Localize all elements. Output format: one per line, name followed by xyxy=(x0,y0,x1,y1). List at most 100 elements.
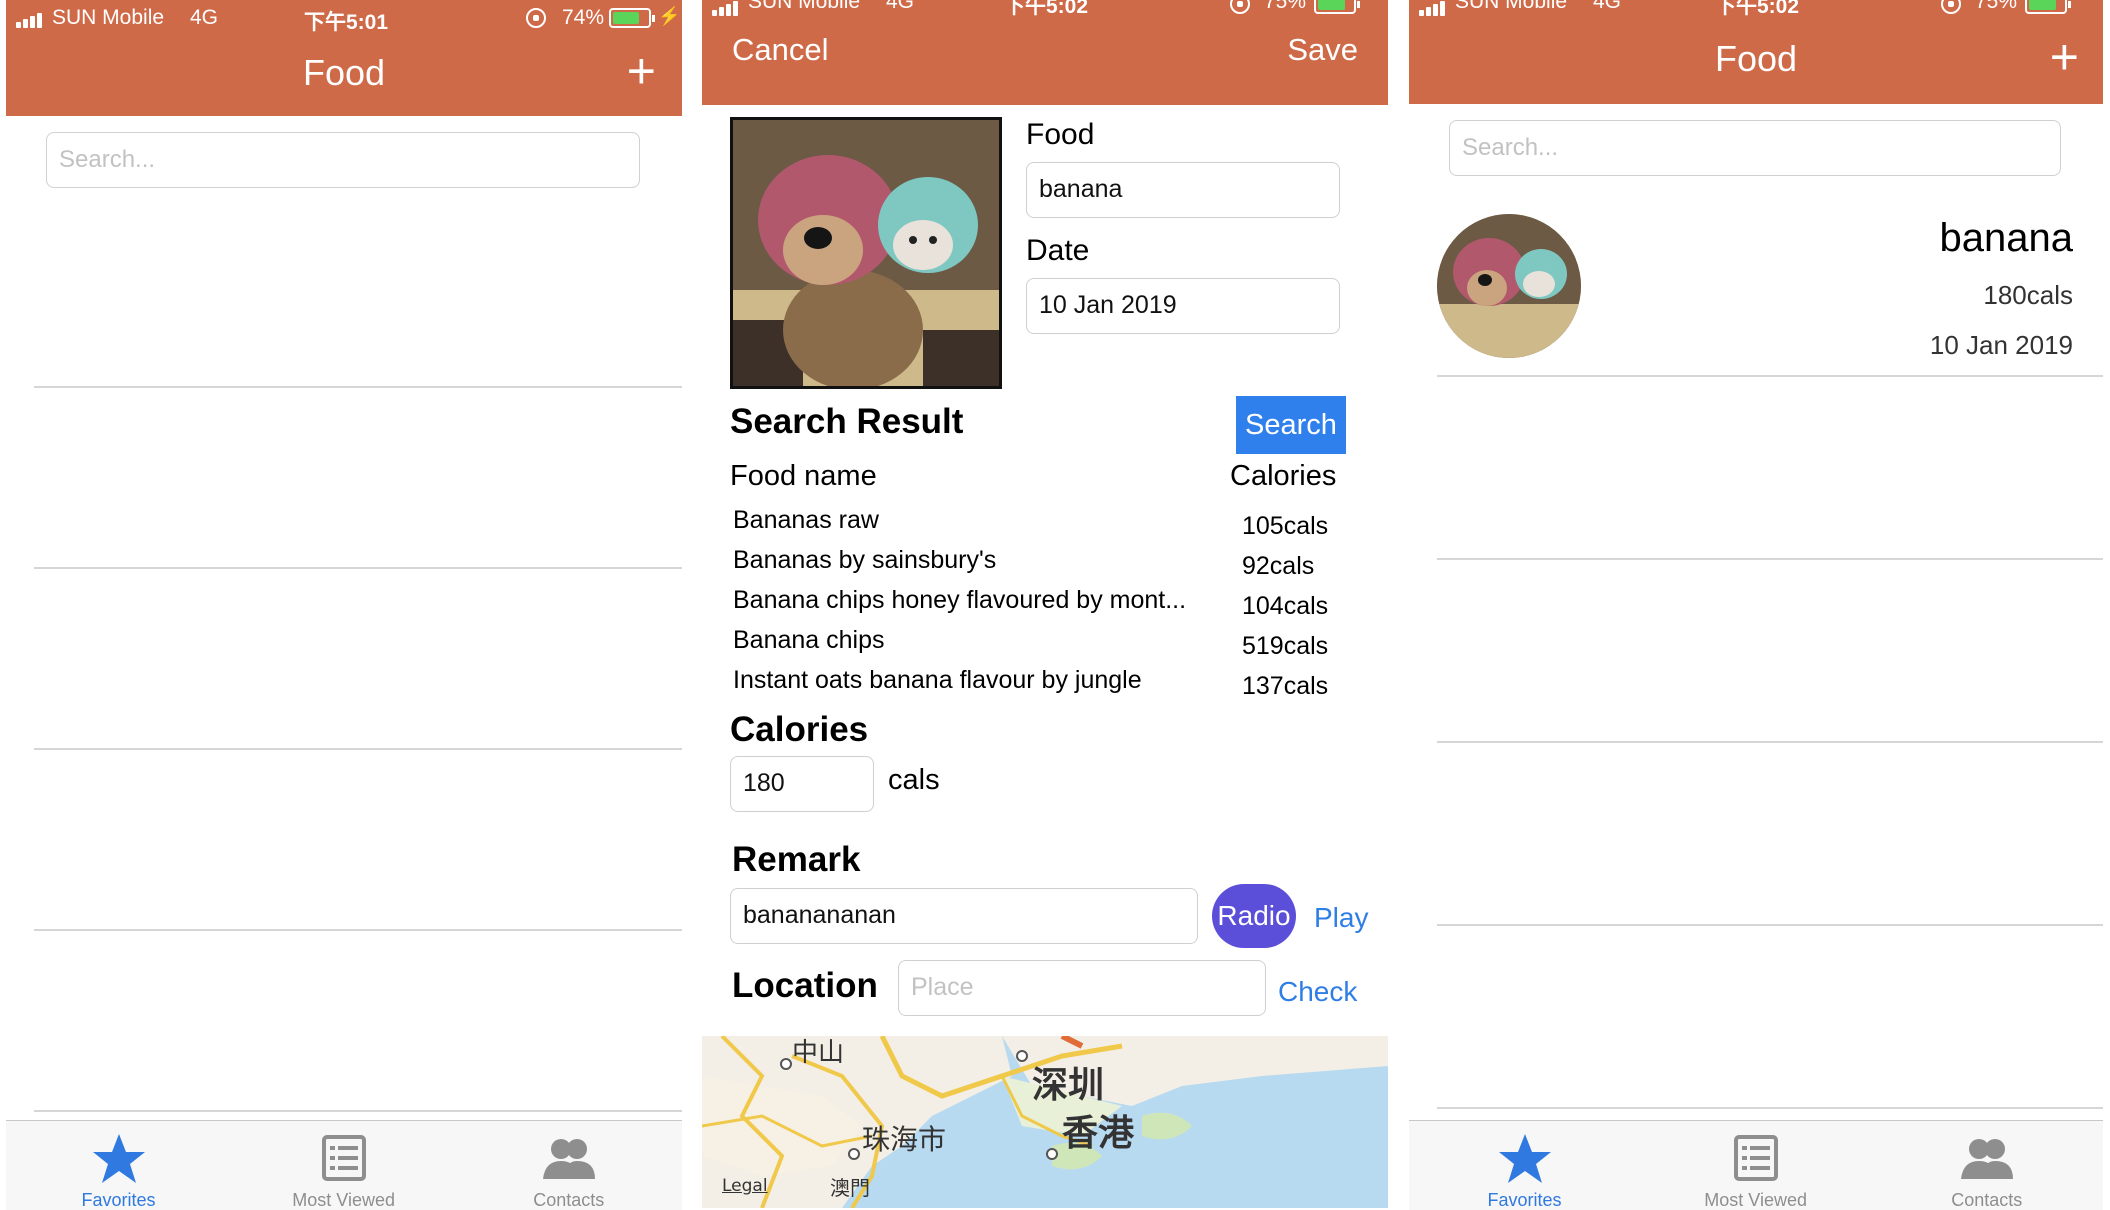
add-button[interactable]: + xyxy=(627,46,656,96)
status-bar: SUN Mobile 4G 下午5:02 75% xyxy=(1409,0,2103,20)
rotation-lock-icon xyxy=(526,8,546,28)
date-field[interactable]: 10 Jan 2019 xyxy=(1026,278,1340,334)
result-food-name[interactable]: Banana chips honey flavoured by mont... xyxy=(733,586,1186,615)
nav-bar: Food + xyxy=(6,38,682,116)
battery-icon xyxy=(2025,0,2071,14)
avatar-image xyxy=(1437,214,1581,358)
tab-contacts[interactable]: Contacts xyxy=(1871,1121,2102,1210)
food-label: Food xyxy=(1026,118,1095,151)
status-time: 下午5:01 xyxy=(304,11,389,34)
remark-field[interactable]: bananananan xyxy=(730,888,1198,944)
map-label: 珠海市 xyxy=(862,1123,947,1156)
search-input[interactable]: Search... xyxy=(46,132,640,188)
result-food-name[interactable]: Bananas raw xyxy=(733,506,879,535)
signal-icon xyxy=(712,0,742,16)
result-food-name[interactable]: Banana chips xyxy=(733,626,885,655)
row-separator xyxy=(1437,1107,2103,1109)
search-result-heading: Search Result xyxy=(730,402,964,441)
row-separator xyxy=(1437,924,2103,926)
food-name-column-header: Food name xyxy=(730,460,877,492)
signal-icon xyxy=(1419,0,1449,16)
nav-bar: Cancel Save xyxy=(702,20,1388,105)
calories-unit: cals xyxy=(888,764,940,796)
network-type: 4G xyxy=(886,0,915,13)
tab-label: Most Viewed xyxy=(1704,1190,1807,1210)
map-label: 深圳 xyxy=(1032,1065,1105,1106)
screen-food-list: SUN Mobile 4G 下午5:02 75% Food + Search..… xyxy=(1409,0,2103,1210)
contacts-icon xyxy=(542,1139,595,1179)
battery-icon xyxy=(609,8,655,28)
status-time: 下午5:02 xyxy=(1004,0,1089,18)
cancel-button[interactable]: Cancel xyxy=(732,32,829,68)
tab-favorites[interactable]: Favorites xyxy=(1409,1121,1640,1210)
list-icon xyxy=(1733,1135,1778,1181)
signal-icon xyxy=(16,12,46,28)
page-title: Food xyxy=(1714,38,1798,79)
battery-percent: 75% xyxy=(1975,0,2018,13)
plus-icon: + xyxy=(2049,29,2079,85)
tab-most-viewed[interactable]: Most Viewed xyxy=(231,1121,456,1210)
food-date: 10 Jan 2019 xyxy=(1929,330,2073,360)
radio-button[interactable]: Radio xyxy=(1212,884,1296,948)
nav-bar: Food + xyxy=(1409,20,2103,104)
status-bar: SUN Mobile 4G 下午5:01 74% ⚡ xyxy=(6,0,682,38)
page-title: Food xyxy=(302,52,386,93)
map-label: 澳門 xyxy=(830,1176,870,1200)
network-type: 4G xyxy=(1593,0,1622,13)
result-food-name[interactable]: Bananas by sainsbury's xyxy=(733,546,996,575)
status-time: 下午5:02 xyxy=(1715,0,1800,18)
food-photo[interactable] xyxy=(730,117,1002,389)
result-calories: 137cals xyxy=(1242,672,1329,700)
plus-icon: + xyxy=(626,43,656,99)
carrier-name: SUN Mobile xyxy=(1455,0,1568,13)
play-link[interactable]: Play xyxy=(1314,902,1368,934)
tab-label: Favorites xyxy=(1487,1190,1562,1210)
battery-icon xyxy=(1314,0,1360,14)
list-icon xyxy=(321,1135,366,1181)
tab-label: Most Viewed xyxy=(292,1190,395,1210)
result-food-name[interactable]: Instant oats banana flavour by jungle xyxy=(733,666,1142,695)
charging-icon: ⚡ xyxy=(658,6,681,26)
battery-percent: 74% xyxy=(562,6,605,29)
tab-label: Favorites xyxy=(81,1190,156,1210)
calories-heading: Calories xyxy=(730,710,869,749)
search-button[interactable]: Search xyxy=(1236,396,1346,454)
contacts-icon xyxy=(1960,1139,2013,1179)
check-link[interactable]: Check xyxy=(1278,976,1357,1008)
tab-bar: Favorites Most Viewed Contacts xyxy=(1409,1120,2103,1210)
food-name-field[interactable]: banana xyxy=(1026,162,1340,218)
add-button[interactable]: + xyxy=(2050,32,2079,82)
map-legal-link[interactable]: Legal xyxy=(722,1176,768,1196)
tab-label: Contacts xyxy=(1951,1190,2023,1210)
remark-heading: Remark xyxy=(732,840,861,879)
food-title: banana xyxy=(1939,216,2073,260)
map-view[interactable]: 中山 深圳 香港 珠海市 澳門 Legal xyxy=(702,1036,1388,1208)
carrier-name: SUN Mobile xyxy=(748,0,861,13)
tab-favorites[interactable]: Favorites xyxy=(6,1121,231,1210)
tab-most-viewed[interactable]: Most Viewed xyxy=(1640,1121,1871,1210)
search-input[interactable]: Search... xyxy=(1449,120,2061,176)
date-label: Date xyxy=(1026,234,1090,267)
list-item[interactable]: banana 180cals 10 Jan 2019 xyxy=(1437,200,2103,376)
network-type: 4G xyxy=(190,6,219,29)
calories-field[interactable]: 180 xyxy=(730,756,874,812)
photo-image xyxy=(733,120,999,386)
result-calories: 104cals xyxy=(1242,592,1329,620)
food-avatar xyxy=(1437,214,1581,358)
row-separator xyxy=(1437,375,2103,377)
row-separator xyxy=(1437,741,2103,743)
row-separator xyxy=(34,929,682,931)
battery-percent: 75% xyxy=(1264,0,1307,13)
row-separator xyxy=(34,567,682,569)
food-calories: 180cals xyxy=(1983,280,2073,310)
screen-food-list-empty: SUN Mobile 4G 下午5:01 74% ⚡ Food + Search… xyxy=(6,0,682,1210)
rotation-lock-icon xyxy=(1941,0,1961,14)
result-calories: 519cals xyxy=(1242,632,1329,660)
place-input[interactable]: Place xyxy=(898,960,1266,1016)
location-heading: Location xyxy=(732,966,878,1005)
save-button[interactable]: Save xyxy=(1287,32,1358,68)
tab-contacts[interactable]: Contacts xyxy=(456,1121,681,1210)
star-icon xyxy=(92,1134,145,1183)
row-separator xyxy=(34,748,682,750)
star-icon xyxy=(1498,1134,1551,1183)
